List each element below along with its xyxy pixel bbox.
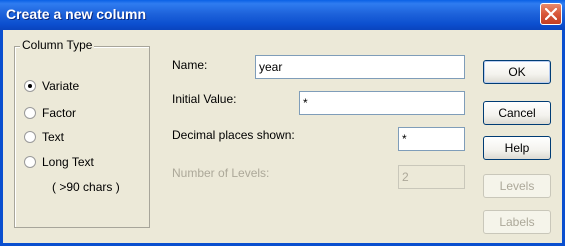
radio-button[interactable] bbox=[24, 156, 36, 168]
initial-value-field[interactable]: * bbox=[299, 91, 465, 115]
close-button[interactable] bbox=[540, 3, 562, 25]
name-field[interactable]: year bbox=[255, 55, 465, 79]
ok-button[interactable]: OK bbox=[483, 60, 551, 84]
decimal-places-field[interactable]: * bbox=[398, 127, 465, 151]
title-bar[interactable]: Create a new column bbox=[0, 0, 565, 30]
radio-button[interactable] bbox=[24, 131, 36, 143]
decimal-places-label: Decimal places shown: bbox=[172, 128, 295, 142]
window-title: Create a new column bbox=[6, 6, 147, 22]
radio-button[interactable] bbox=[24, 80, 36, 92]
window-border-left bbox=[0, 30, 3, 246]
radio-text-label: Text bbox=[42, 130, 65, 144]
labels-button[interactable]: Labels bbox=[483, 210, 551, 234]
initial-value-label: Initial Value: bbox=[172, 92, 237, 106]
close-icon bbox=[545, 8, 557, 20]
radio-selected-dot bbox=[28, 84, 32, 88]
number-of-levels-label: Number of Levels: bbox=[172, 166, 270, 180]
number-of-levels-field[interactable]: 2 bbox=[398, 165, 465, 189]
long-text-note: ( >90 chars ) bbox=[52, 180, 120, 194]
radio-factor-label: Factor bbox=[42, 106, 77, 120]
cancel-button[interactable]: Cancel bbox=[483, 101, 551, 125]
name-label: Name: bbox=[172, 58, 208, 72]
help-button[interactable]: Help bbox=[483, 136, 551, 160]
column-type-legend: Column Type bbox=[20, 38, 95, 52]
levels-button[interactable]: Levels bbox=[483, 174, 551, 198]
radio-button[interactable] bbox=[24, 107, 36, 119]
radio-long-text-label: Long Text bbox=[42, 155, 94, 169]
radio-variate-label: Variate bbox=[42, 79, 80, 93]
